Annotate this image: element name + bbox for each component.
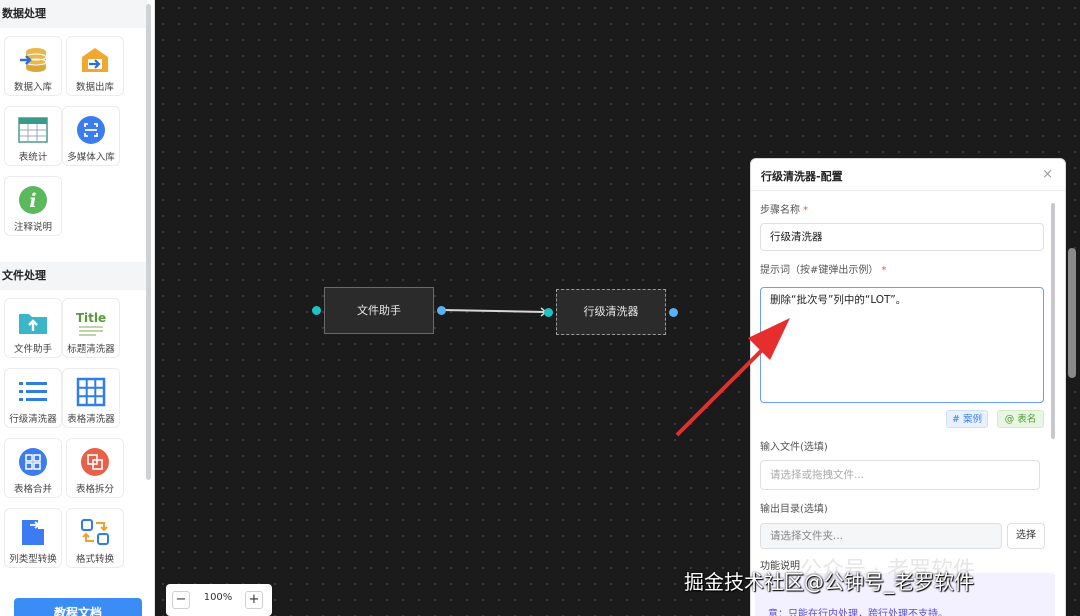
- table-alias-button[interactable]: @ 表名: [997, 410, 1044, 428]
- tool-annotation[interactable]: i 注释说明: [4, 176, 62, 236]
- tool-multimedia-import[interactable]: 多媒体入库: [62, 106, 120, 166]
- tool-table-merge[interactable]: 表格合并: [4, 438, 62, 498]
- output-dir-field[interactable]: 请选择文件夹...: [760, 523, 1002, 549]
- panel-header: 行级清洗器-配置 ×: [751, 159, 1065, 191]
- tool-file-assistant[interactable]: 文件助手: [4, 298, 62, 358]
- tool-title-cleaner[interactable]: Title 标题清洗器: [62, 298, 120, 358]
- zoom-level: 100%: [203, 592, 233, 603]
- node-input-port[interactable]: [312, 306, 321, 315]
- table-clean-icon: [76, 377, 106, 407]
- tool-label: 多媒体入库: [67, 152, 115, 163]
- tool-label: 格式转换: [75, 554, 114, 565]
- step-name-label: 步骤名称 *: [760, 205, 808, 216]
- node-label: 文件助手: [357, 304, 401, 317]
- panel-title: 行级清洗器-配置: [761, 170, 843, 183]
- format-convert-icon: [81, 519, 109, 545]
- tool-label: 表格清洗器: [67, 414, 115, 425]
- prompt-text: 删除“批次号”列中的“LOT”。: [770, 294, 907, 306]
- node-row-cleaner[interactable]: 行级清洗器: [556, 289, 666, 335]
- node-input-port[interactable]: [544, 308, 553, 317]
- tool-label: 注释说明: [13, 222, 52, 233]
- zoom-out-button[interactable]: −: [172, 591, 190, 609]
- tool-table-cleaner[interactable]: 表格清洗器: [62, 368, 120, 428]
- tool-format-convert[interactable]: 格式转换: [66, 508, 124, 568]
- table-split-icon: [81, 448, 109, 476]
- input-file-field[interactable]: 请选择或拖拽文件...: [760, 460, 1040, 490]
- tool-label: 标题清洗器: [67, 344, 115, 355]
- node-label: 行级清洗器: [583, 305, 639, 318]
- config-panel: 行级清洗器-配置 × 步骤名称 * 行级清洗器 提示词（按#键弹出示例） * 删除“…: [750, 158, 1066, 616]
- page-scrollbar[interactable]: [1068, 248, 1076, 378]
- tool-label: 文件助手: [13, 344, 52, 355]
- tool-label: 列类型转换: [9, 554, 57, 565]
- tool-table-stats[interactable]: 表统计: [4, 106, 62, 166]
- column-convert-icon: [22, 520, 44, 545]
- tool-label: 表格合并: [13, 484, 52, 495]
- example-button[interactable]: # 案例: [946, 410, 988, 428]
- tool-data-import[interactable]: 数据入库: [4, 36, 62, 96]
- input-file-placeholder: 请选择或拖拽文件...: [770, 469, 865, 481]
- choose-folder-button[interactable]: 选择: [1007, 523, 1045, 549]
- tool-label: 表格拆分: [75, 484, 114, 495]
- tool-label: 行级清洗器: [9, 414, 57, 425]
- tool-row-cleaner[interactable]: 行级清洗器: [4, 368, 62, 428]
- tool-label: 表统计: [18, 152, 48, 163]
- tool-column-type-convert[interactable]: 列类型转换: [4, 508, 62, 568]
- warehouse-export-icon: [82, 48, 108, 72]
- function-description-text: 意：只能在行内处理，跨行处理不支持。: [768, 609, 948, 616]
- node-output-port[interactable]: [437, 306, 446, 315]
- step-name-input[interactable]: 行级清洗器: [760, 223, 1044, 251]
- row-list-icon: [19, 382, 47, 401]
- tool-label: 数据入库: [13, 82, 52, 93]
- zoom-control: − 100% +: [166, 584, 272, 616]
- watermark-main: 掘金技术社区@公钟号_老罗软件: [684, 570, 974, 594]
- component-sidebar: 数据处理 数据入库 数据出库 表统计 多媒体入库 i 注释说明 文件处理 文件助…: [0, 0, 155, 616]
- section-title-data-processing: 数据处理: [0, 0, 147, 28]
- close-icon[interactable]: ×: [1042, 167, 1053, 182]
- table-merge-icon: [19, 448, 47, 476]
- svg-text:Title: Title: [76, 311, 106, 325]
- tool-label: 数据出库: [75, 82, 114, 93]
- info-circle-icon: i: [19, 186, 47, 214]
- table-grid-icon: [18, 117, 48, 143]
- database-import-icon: [20, 48, 47, 72]
- node-file-assistant[interactable]: 文件助手: [324, 287, 434, 334]
- output-dir-placeholder: 请选择文件夹...: [770, 530, 844, 542]
- sidebar-scrollbar[interactable]: [146, 4, 151, 480]
- folder-upload-icon: [19, 314, 47, 334]
- zoom-in-button[interactable]: +: [245, 591, 263, 609]
- node-output-port[interactable]: [669, 308, 678, 317]
- tool-table-split[interactable]: 表格拆分: [66, 438, 124, 498]
- title-text-icon: Title: [76, 311, 106, 336]
- input-file-label: 输入文件(选填): [760, 442, 828, 453]
- svg-text:i: i: [29, 190, 36, 212]
- panel-scrollbar[interactable]: [1051, 203, 1055, 439]
- tool-data-export[interactable]: 数据出库: [66, 36, 124, 96]
- section-title-file-processing: 文件处理: [0, 262, 147, 290]
- tutorial-doc-button[interactable]: 教程文档: [14, 598, 142, 616]
- prompt-textarea[interactable]: 删除“批次号”列中的“LOT”。: [760, 287, 1044, 403]
- output-dir-label: 输出目录(选填): [760, 504, 828, 515]
- prompt-label: 提示词（按#键弹出示例） *: [760, 265, 887, 276]
- multimedia-scan-icon: [77, 116, 105, 144]
